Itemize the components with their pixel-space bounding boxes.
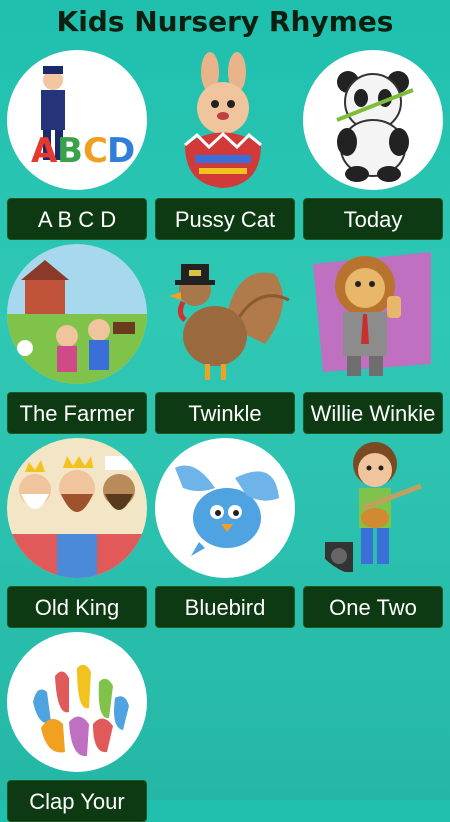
app-title: Kids Nursery Rhymes — [56, 5, 394, 38]
svg-text:A: A — [31, 131, 58, 171]
policeman-abcd-icon[interactable]: A B C D — [7, 50, 147, 190]
farm-scene-icon[interactable] — [7, 244, 147, 384]
rhyme-label[interactable]: Twinkle — [155, 392, 295, 434]
rhyme-label[interactable]: Willie Winkie — [303, 392, 443, 434]
turkey-pilgrim-icon[interactable] — [155, 244, 295, 384]
panda-icon[interactable] — [303, 50, 443, 190]
colorful-hands-icon[interactable] — [7, 632, 147, 772]
boy-guitar-icon[interactable] — [303, 438, 443, 578]
three-kings-icon[interactable] — [7, 438, 147, 578]
svg-text:B: B — [57, 131, 83, 171]
bluebird-icon[interactable] — [155, 438, 295, 578]
svg-text:D: D — [107, 131, 135, 171]
rhyme-grid: A B C D A B C D Pussy Cat Today The Farm… — [0, 48, 450, 822]
rhyme-label[interactable]: Old King — [7, 586, 147, 628]
rhyme-label[interactable]: A B C D — [7, 198, 147, 240]
rhyme-label[interactable]: Clap Your — [7, 780, 147, 822]
svg-text:C: C — [83, 131, 108, 171]
rhyme-label[interactable]: The Farmer — [7, 392, 147, 434]
bunny-egg-icon[interactable] — [155, 50, 295, 190]
lion-thumbs-up-icon[interactable] — [303, 244, 443, 384]
rhyme-label[interactable]: Pussy Cat — [155, 198, 295, 240]
rhyme-label[interactable]: Bluebird — [155, 586, 295, 628]
rhyme-label[interactable]: One Two — [303, 586, 443, 628]
rhyme-label[interactable]: Today — [303, 198, 443, 240]
